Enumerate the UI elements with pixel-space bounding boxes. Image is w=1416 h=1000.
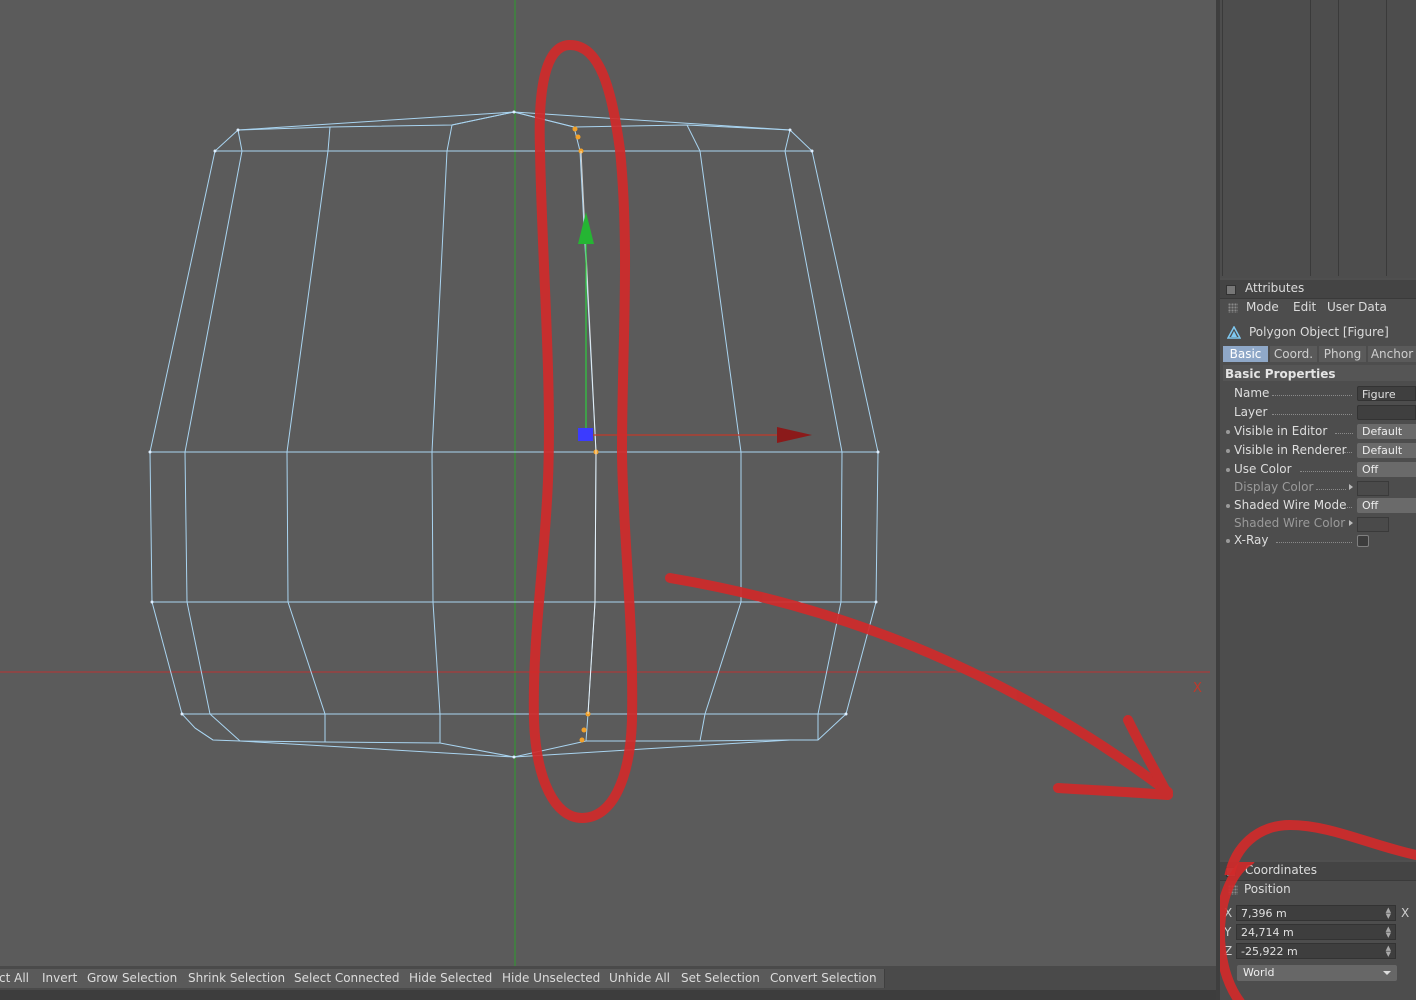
panel-square-icon[interactable] [1226, 285, 1236, 295]
annotation-circle [1220, 862, 1255, 1000]
xray-checkbox[interactable] [1357, 535, 1369, 547]
unhide-all-button[interactable]: Unhide All [602, 969, 679, 988]
attribute-tabs: Basic Coord. Phong Anchor [1223, 346, 1416, 362]
name-field[interactable]: Figure [1357, 386, 1416, 401]
prop-label: Use Color [1234, 462, 1292, 476]
prop-visible-renderer: Visible in Renderer Default [1220, 442, 1416, 460]
menu-edit[interactable]: Edit [1293, 300, 1316, 314]
shaded-wire-mode-dropdown[interactable]: Off [1357, 498, 1416, 513]
om-column-divider [1386, 0, 1387, 276]
prop-visible-editor: Visible in Editor Default [1220, 423, 1416, 441]
viewport-canvas[interactable]: X [0, 0, 1216, 966]
prop-layer: Layer [1220, 404, 1416, 422]
prop-use-color: Use Color Off [1220, 461, 1416, 479]
object-title: Polygon Object [Figure] [1249, 325, 1389, 339]
leader-dots [1300, 471, 1352, 473]
select-all-button[interactable]: ct All [0, 969, 37, 988]
animation-dot[interactable] [1226, 449, 1230, 453]
om-column-divider [1222, 0, 1223, 276]
invert-button[interactable]: Invert [35, 969, 86, 988]
gizmo-x-arrow [777, 427, 812, 443]
leader-dots [1316, 489, 1346, 491]
prop-xray: X-Ray [1220, 532, 1416, 550]
annotation-circle-top [1224, 819, 1416, 875]
tab-coord[interactable]: Coord. [1270, 346, 1317, 362]
prop-label: Display Color [1234, 480, 1314, 494]
om-column-divider [1310, 0, 1311, 276]
display-color-swatch[interactable] [1357, 481, 1389, 496]
tool-icon-strip[interactable] [0, 990, 1216, 1000]
attributes-menu: Mode Edit User Data [1220, 299, 1416, 317]
tab-phong[interactable]: Phong [1319, 346, 1366, 362]
hide-unselected-button[interactable]: Hide Unselected [495, 969, 609, 988]
right-panel: Attributes Mode Edit User Data Polygon O… [1220, 0, 1416, 1000]
expand-arrow-icon[interactable] [1349, 484, 1353, 490]
3d-viewport[interactable]: X [0, 0, 1216, 966]
visible-renderer-dropdown[interactable]: Default [1357, 443, 1416, 458]
prop-label: Visible in Editor [1234, 424, 1328, 438]
prop-label: Shaded Wire Color [1234, 516, 1346, 530]
prop-label: Shaded Wire Mode [1234, 498, 1347, 512]
set-selection-button[interactable]: Set Selection [674, 969, 768, 988]
om-column-divider [1338, 0, 1339, 276]
selection-commands: ct All Invert Grow Selection Shrink Sele… [0, 969, 885, 988]
command-bar: ct All Invert Grow Selection Shrink Sele… [0, 966, 1216, 1000]
polygon-object-icon [1227, 326, 1241, 339]
prop-label: Name [1234, 386, 1270, 400]
attributes-title: Attributes [1245, 281, 1305, 295]
animation-dot[interactable] [1226, 539, 1230, 543]
leader-dots [1276, 542, 1352, 544]
menu-user-data[interactable]: User Data [1327, 300, 1387, 314]
grow-selection-button[interactable]: Grow Selection [80, 969, 186, 988]
expand-arrow-icon[interactable] [1349, 520, 1353, 526]
shrink-selection-button[interactable]: Shrink Selection [181, 969, 294, 988]
layer-field[interactable] [1357, 405, 1416, 420]
annotation-marks [528, 40, 1173, 823]
leader-dots [1335, 433, 1353, 435]
animation-dot[interactable] [1226, 468, 1230, 472]
gizmo-center-handle [578, 428, 593, 441]
prop-shaded-wire-mode: Shaded Wire Mode Off [1220, 497, 1416, 515]
prop-display-color: Display Color [1220, 479, 1416, 497]
prop-label: X-Ray [1234, 533, 1269, 547]
menu-mode[interactable]: Mode [1246, 300, 1279, 314]
animation-dot[interactable] [1226, 430, 1230, 434]
leader-dots [1272, 414, 1352, 416]
leader-dots [1344, 452, 1352, 454]
visible-editor-dropdown[interactable]: Default [1357, 424, 1416, 439]
convert-selection-button[interactable]: Convert Selection [763, 969, 885, 988]
gizmo-y-arrow [578, 212, 594, 244]
shaded-wire-color-swatch[interactable] [1357, 517, 1389, 532]
section-title: Basic Properties [1225, 367, 1336, 381]
coordinates-manager: Coordinates Position X 7,396 m ▲ ▼ X Y 24… [1220, 862, 1416, 1000]
tab-anchor[interactable]: Anchor [1368, 346, 1416, 362]
grip-icon[interactable] [1228, 303, 1238, 313]
x-axis-label: X [1193, 681, 1202, 696]
hide-selected-button[interactable]: Hide Selected [402, 969, 501, 988]
prop-label: Visible in Renderer [1234, 443, 1347, 457]
attributes-header: Attributes [1220, 280, 1416, 299]
leader-dots [1344, 507, 1352, 509]
prop-name: Name Figure [1220, 385, 1416, 403]
annotation-arrow-shaft [665, 573, 1173, 797]
leader-dots [1272, 395, 1352, 397]
move-gizmo[interactable] [578, 212, 812, 443]
attributes-manager: Attributes Mode Edit User Data Polygon O… [1220, 280, 1416, 860]
prop-label: Layer [1234, 405, 1268, 419]
select-connected-button[interactable]: Select Connected [287, 969, 408, 988]
tab-basic[interactable]: Basic [1223, 346, 1268, 362]
prop-shaded-wire-color: Shaded Wire Color [1220, 515, 1416, 533]
object-manager[interactable] [1220, 0, 1416, 278]
use-color-dropdown[interactable]: Off [1357, 462, 1416, 477]
animation-dot[interactable] [1226, 504, 1230, 508]
